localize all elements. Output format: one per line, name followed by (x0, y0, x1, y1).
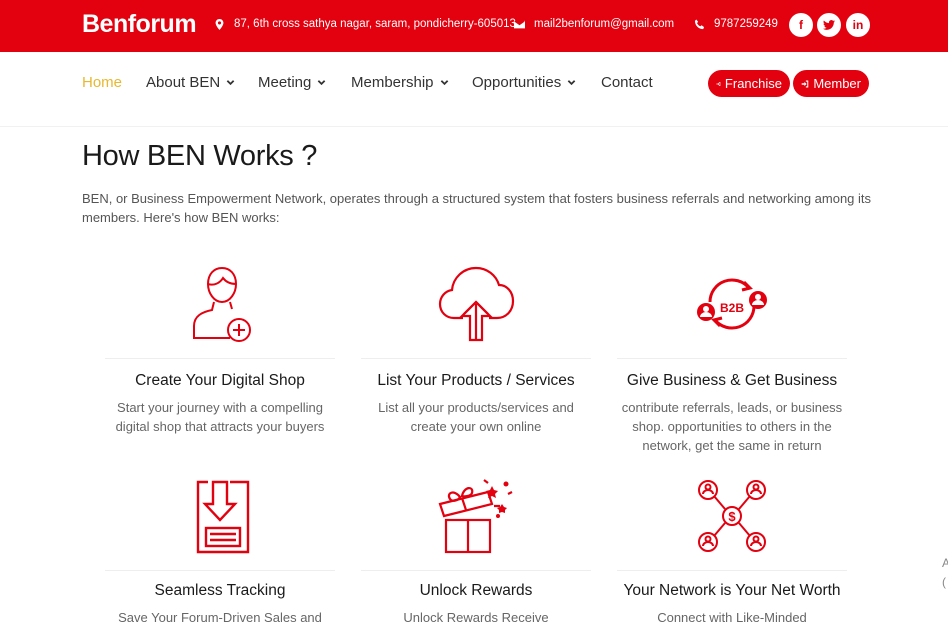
user-add-icon (193, 266, 251, 342)
email-info[interactable]: mail2benforum@gmail.com (514, 18, 674, 30)
address-text: 87, 6th cross sathya nagar, saram, pondi… (234, 18, 516, 30)
card-divider (105, 570, 335, 571)
card-description: List all your products/services and crea… (378, 400, 574, 434)
card-divider (361, 570, 591, 571)
twitter-icon[interactable] (817, 13, 841, 37)
intro-paragraph: BEN, or Business Empowerment Network, op… (82, 191, 872, 225)
phone-info[interactable]: 9787259249 (694, 18, 778, 30)
b2b-exchange-icon: B2B (697, 278, 767, 330)
facebook-icon[interactable]: f (789, 13, 813, 37)
card-divider (617, 570, 847, 571)
card-title: Create Your Digital Shop (135, 372, 305, 389)
chevron-down-icon (440, 80, 448, 86)
nav-home[interactable]: Home (82, 74, 122, 91)
card-title: Give Business & Get Business (626, 372, 838, 389)
svg-text:$: $ (728, 509, 736, 524)
member-button[interactable]: Member (793, 70, 869, 97)
card-title: Your Network is Your Net Worth (623, 582, 841, 599)
nav-membership[interactable]: Membership (351, 74, 449, 91)
card-title: Seamless Tracking (154, 582, 286, 599)
chevron-down-icon (226, 80, 235, 86)
card-divider (105, 358, 335, 359)
card-description: Start your journey with a compelling dig… (115, 400, 325, 434)
top-bar: Benforum 87, 6th cross sathya nagar, sar… (0, 0, 948, 52)
address-info: 87, 6th cross sathya nagar, saram, pondi… (214, 18, 516, 30)
linkedin-icon[interactable]: in (846, 13, 870, 37)
cloud-upload-icon (438, 266, 515, 342)
card-description: Unlock Rewards Receive complimentary (403, 610, 549, 623)
network-dollar-icon: $ (698, 480, 766, 552)
main-navigation: Home About BEN Meeting Membership Opport… (0, 52, 948, 127)
card-description: Save Your Forum-Driven Sales and (118, 610, 322, 623)
card-title: List Your Products / Services (377, 372, 575, 389)
card-divider (361, 358, 591, 359)
nav-contact[interactable]: Contact (601, 74, 653, 91)
sign-in-icon (801, 80, 809, 87)
card-description: Connect with Like-Minded (657, 610, 807, 623)
brand-logo[interactable]: Benforum (82, 10, 197, 39)
email-text: mail2benforum@gmail.com (534, 18, 675, 30)
phone-icon (694, 18, 705, 29)
card-title: Unlock Rewards (419, 582, 533, 599)
nav-about-ben[interactable]: About BEN (146, 74, 235, 91)
sign-in-icon (716, 81, 721, 86)
card-divider (617, 358, 847, 359)
chevron-down-icon (567, 80, 576, 86)
chevron-down-icon (318, 80, 326, 86)
card-description: contribute referrals, leads, or business… (621, 400, 843, 453)
twitter-bird-icon (823, 20, 835, 30)
nav-opportunities[interactable]: Opportunities (472, 74, 576, 91)
download-tracking-icon (196, 480, 250, 554)
map-marker-icon (215, 18, 224, 30)
phone-text: 9787259249 (714, 18, 778, 30)
edge-fragment-text: ( (942, 575, 946, 589)
b2b-label: B2B (720, 301, 744, 315)
page-title: How BEN Works ? (82, 140, 318, 172)
envelope-icon (514, 20, 525, 28)
edge-fragment-text: A (942, 556, 948, 570)
franchise-button[interactable]: Franchise (708, 70, 790, 97)
nav-meeting[interactable]: Meeting (258, 74, 326, 91)
gift-box-icon (438, 479, 513, 554)
